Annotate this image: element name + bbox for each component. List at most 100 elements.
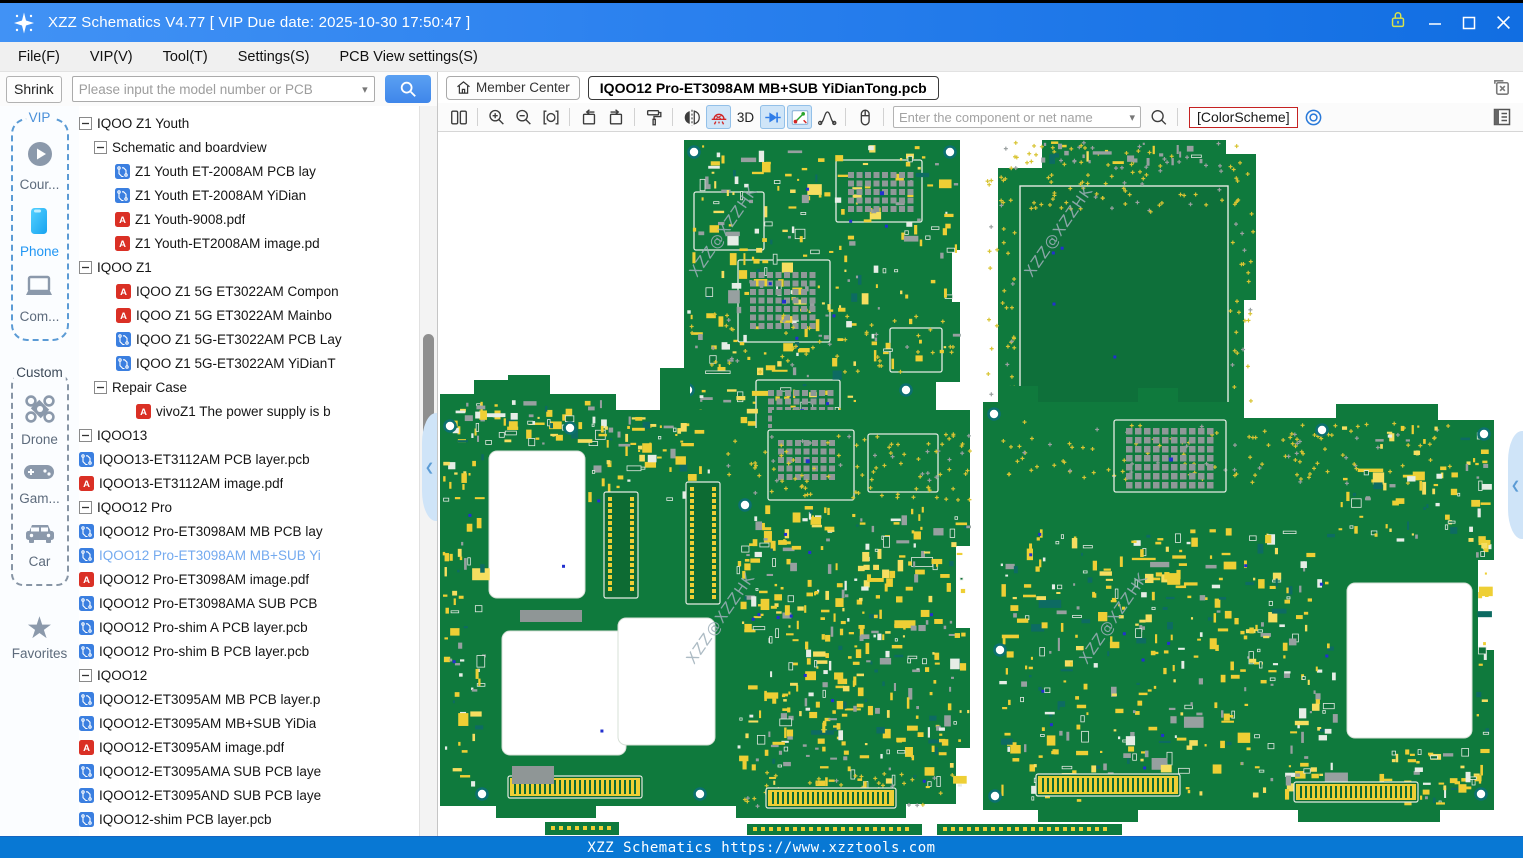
rail-item-gam[interactable]: Gam... [19, 461, 60, 506]
right-panel-collapse-handle[interactable]: ❮ [1508, 431, 1523, 539]
tree-file-item[interactable]: A IQOO Z1 5G ET3022AM Mainbo [79, 303, 419, 327]
pcb-file-icon [79, 763, 94, 779]
toolbar-separator [1177, 108, 1178, 126]
tree-folder[interactable]: Repair Case [79, 375, 419, 399]
pdf-file-icon: A [136, 403, 151, 419]
tree-file-item[interactable]: IQOO12 Pro-shim A PCB layer.pcb [79, 615, 419, 639]
tree-file-item[interactable]: A IQOO Z1 5G ET3022AM Compon [79, 279, 419, 303]
fit-view-button[interactable] [538, 105, 563, 129]
curve-button[interactable] [814, 105, 839, 129]
tree-file-item[interactable]: IQOO Z1 5G-ET3022AM PCB Lay [79, 327, 419, 351]
rail-item-car[interactable]: Car [23, 520, 57, 569]
tree-file-item[interactable]: IQOO13-ET3112AM PCB layer.pcb [79, 447, 419, 471]
collapse-minus-icon[interactable] [79, 116, 92, 130]
tree-file-item[interactable]: IQOO12-ET3095AM MB+SUB YiDia [79, 711, 419, 735]
collapse-minus-icon[interactable] [79, 500, 92, 514]
zoom-in-button[interactable] [484, 105, 509, 129]
panel-list-button[interactable] [1492, 107, 1512, 127]
vip-lock-icon[interactable] [1388, 10, 1408, 35]
mirror-flip-button[interactable] [679, 105, 704, 129]
rotate-right-button[interactable] [603, 105, 628, 129]
rail-group-vip: VIP Cour... Phone Com... [10, 110, 69, 341]
lamp-button[interactable] [706, 105, 731, 129]
three-d-label: 3D [736, 109, 755, 125]
svg-text:A: A [83, 479, 90, 490]
svg-text:A: A [120, 287, 127, 298]
collapse-minus-icon[interactable] [79, 260, 92, 274]
collapse-minus-icon[interactable] [94, 140, 107, 154]
pcb-file-icon [79, 811, 94, 827]
menu-item-vip-v[interactable]: VIP(V) [90, 49, 133, 65]
rail-item-phone[interactable]: Phone [20, 206, 59, 259]
close-file-icon[interactable] [1492, 78, 1511, 97]
tree-file-item[interactable]: IQOO12 Pro-ET3098AM MB+SUB Yi [79, 543, 419, 567]
tree-file-item[interactable]: IQOO12-ET3095AMA SUB PCB laye [79, 759, 419, 783]
collapse-minus-icon[interactable] [79, 668, 92, 682]
pcb-file-icon [115, 163, 130, 179]
tree-file-item[interactable]: IQOO12 Pro-ET3098AM MB PCB lay [79, 519, 419, 543]
tree-folder[interactable]: IQOO12 Pro [79, 495, 419, 519]
maximize-button[interactable] [1462, 16, 1476, 30]
curve-icon [817, 110, 836, 125]
tree-file-item[interactable]: A IQOO12-ET3095AM image.pdf [79, 735, 419, 759]
tree-file-item[interactable]: Z1 Youth ET-2008AM YiDian [79, 183, 419, 207]
rail-item-drone[interactable]: Drone [21, 394, 58, 447]
shrink-button[interactable]: Shrink [6, 75, 62, 103]
pcb-view[interactable]: XZZ@XZZHK XZZ@XZZHKXZZ@XZZHK XZZ@XZZHK [438, 132, 1522, 835]
tree-file-item[interactable]: IQOO Z1 5G-ET3022AM YiDianT [79, 351, 419, 375]
tree-file-item[interactable]: IQOO12 Pro-ET3098AMA SUB PCB [79, 591, 419, 615]
tree-file-item[interactable]: AvivoZ1 The power supply is b [79, 399, 419, 423]
rotate-left-button[interactable] [576, 105, 601, 129]
pcb-file-icon [79, 547, 94, 563]
component-search-combo[interactable]: ▾ [893, 106, 1141, 128]
tree-file-item[interactable]: Z1 Youth ET-2008AM PCB lay [79, 159, 419, 183]
colorscheme-button[interactable]: [ColorScheme] [1189, 106, 1298, 128]
tree-folder[interactable]: IQOO Z1 [79, 255, 419, 279]
tree-folder[interactable]: IQOO Z1 Youth [79, 111, 419, 135]
tree-file-item[interactable]: A Z1 Youth-9008.pdf [79, 207, 419, 231]
minimize-button[interactable] [1428, 16, 1442, 30]
close-button[interactable] [1496, 15, 1511, 30]
mouse-button[interactable] [852, 105, 877, 129]
rail-item-cour[interactable]: Cour... [20, 139, 59, 192]
zoom-out-button[interactable] [511, 105, 536, 129]
model-search-button[interactable] [384, 75, 431, 103]
tree-folder[interactable]: IQOO13 [79, 423, 419, 447]
collapse-minus-icon[interactable] [79, 428, 92, 442]
tree-folder[interactable]: IQOO12 [79, 663, 419, 687]
tree-file-item[interactable]: IQOO12-ET3095AM MB PCB layer.p [79, 687, 419, 711]
model-search-combo[interactable]: ▾ [71, 76, 375, 102]
chevron-down-icon[interactable]: ▾ [1129, 111, 1135, 124]
diode-button[interactable] [760, 105, 785, 129]
left-panel-collapse-handle[interactable]: ❮ [422, 413, 437, 521]
magnifier-icon [1151, 109, 1166, 125]
tree-folder[interactable]: Schematic and boardview [79, 135, 419, 159]
tree-file-item[interactable]: IQOO12-ET3095AND SUB PCB laye [79, 783, 419, 807]
rail-item-favorites[interactable]: ★ Favorites [12, 614, 68, 662]
member-center-button[interactable]: Member Center [446, 75, 580, 100]
tree-file-item[interactable]: IQOO12-shim PCB layer.pcb [79, 807, 419, 831]
menu-item-settings-s[interactable]: Settings(S) [238, 49, 310, 65]
tree-file-item[interactable]: A IQOO12 Pro-ET3098AM image.pdf [79, 567, 419, 591]
eye-target-button[interactable] [1304, 108, 1323, 127]
tree-file-item[interactable]: A Z1 Youth-ET2008AM image.pd [79, 231, 419, 255]
model-search-input[interactable] [78, 81, 359, 97]
rail-item-com[interactable]: Com... [20, 273, 59, 324]
pcb-canvas[interactable]: XZZ@XZZHK XZZ@XZZHK XZZ@XZZHK XZZ@XZZHK ❮ [438, 132, 1523, 836]
chevron-down-icon[interactable]: ▾ [362, 83, 368, 96]
collapse-minus-icon[interactable] [94, 380, 107, 394]
paint-roller-button[interactable] [641, 105, 666, 129]
component-search-input[interactable] [899, 109, 1126, 125]
tree-file-item[interactable]: IQOO12 Pro-shim B PCB layer.pcb [79, 639, 419, 663]
menu-item-tool-t[interactable]: Tool(T) [163, 49, 208, 65]
three-d-button[interactable]: 3D [733, 105, 758, 129]
split-view-button[interactable] [446, 105, 471, 129]
left-toolbar: Shrink ▾ [0, 72, 437, 106]
open-file-tab[interactable]: IQOO12 Pro-ET3098AM MB+SUB YiDianTong.pc… [587, 75, 939, 100]
net-search-button[interactable] [1146, 105, 1171, 129]
probe-button[interactable] [787, 105, 812, 129]
menu-item-pcb-view-settings-s[interactable]: PCB View settings(S) [339, 49, 477, 65]
tree-file-item[interactable]: A IQOO13-ET3112AM image.pdf [79, 471, 419, 495]
pdf-file-icon: A [79, 739, 94, 755]
menu-item-file-f[interactable]: File(F) [18, 49, 60, 65]
